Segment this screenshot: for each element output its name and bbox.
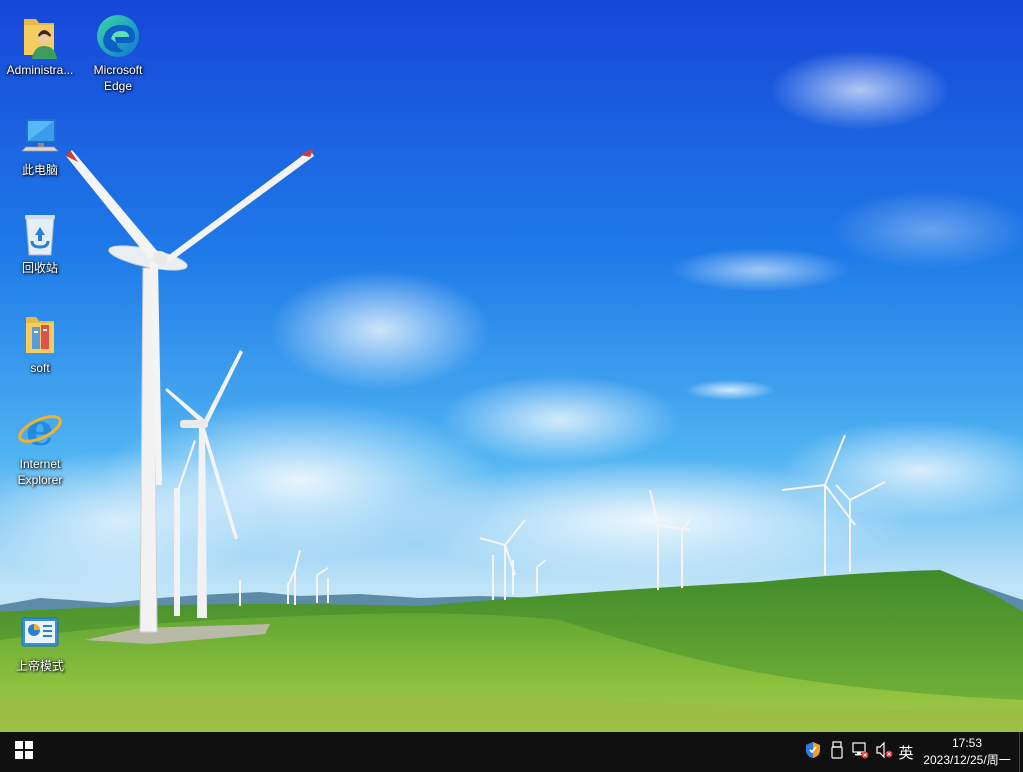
tray-usb[interactable] — [826, 732, 848, 772]
desktop-icon-label: Administra... — [6, 63, 74, 77]
wallpaper — [0, 0, 1023, 732]
desktop-icon-label: Microsoft Edge — [93, 63, 143, 93]
desktop-icon-label: soft — [30, 361, 50, 375]
desktop-icon-this-pc[interactable]: 此电脑 — [1, 112, 79, 178]
svg-text:e: e — [26, 407, 54, 453]
taskbar: 英 17:53 2023/12/25/周一 — [0, 732, 1023, 772]
control-panel-icon — [16, 608, 64, 656]
usb-drive-icon — [831, 740, 843, 764]
desktop-icon-recycle-bin[interactable]: 回收站 — [1, 210, 79, 276]
folder-icon — [16, 310, 64, 358]
desktop-icon-soft[interactable]: soft — [1, 310, 79, 376]
start-button[interactable] — [0, 732, 48, 772]
edge-icon — [94, 12, 142, 60]
clock-time: 17:53 — [951, 736, 983, 750]
tray-volume[interactable] — [873, 732, 895, 772]
show-desktop-button[interactable] — [1019, 732, 1023, 772]
user-folder-icon — [16, 12, 64, 60]
shield-icon — [805, 741, 821, 764]
network-disconnected-icon — [851, 741, 869, 764]
clock[interactable]: 17:53 2023/12/25/周一 — [914, 732, 1020, 772]
input-method-label: 英 — [898, 743, 914, 762]
desktop-icon-god-mode[interactable]: 上帝模式 — [1, 608, 79, 674]
windows-logo-icon — [15, 740, 33, 764]
volume-muted-icon — [875, 741, 893, 764]
recycle-bin-icon — [16, 210, 64, 258]
desktop-screen: Administra... Microsoft Edge 此电脑 回收站 sof… — [0, 0, 1023, 772]
computer-icon — [16, 112, 64, 160]
desktop-icon-internet-explorer[interactable]: e Internet Explorer — [1, 406, 79, 488]
desktop-icon-label: 回收站 — [21, 261, 58, 275]
desktop-icon-administrator[interactable]: Administra... — [1, 12, 79, 78]
tray-security[interactable] — [802, 732, 824, 772]
clock-date: 2023/12/25/周一 — [923, 753, 1011, 767]
tray-network[interactable] — [849, 732, 871, 772]
desktop-icon-label: 此电脑 — [21, 163, 58, 177]
desktop-icon-edge[interactable]: Microsoft Edge — [79, 12, 157, 94]
ie-icon: e — [16, 406, 64, 454]
desktop-icon-label: 上帝模式 — [15, 659, 64, 673]
desktop-icon-label: Internet Explorer — [17, 457, 63, 487]
